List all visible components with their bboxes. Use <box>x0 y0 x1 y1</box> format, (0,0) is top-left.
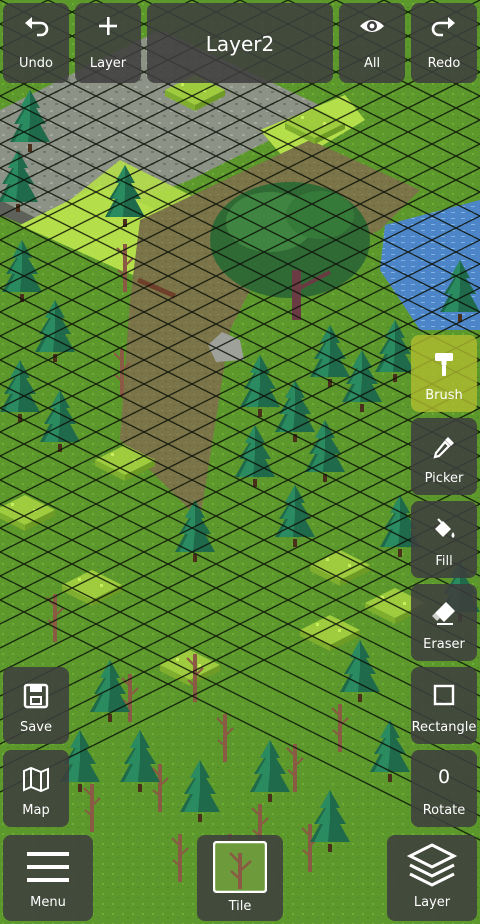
picker-label: Picker <box>424 471 464 486</box>
redo-icon <box>411 11 477 41</box>
map-label: Map <box>22 803 50 818</box>
brush-label: Brush <box>425 388 463 403</box>
eraser-label: Eraser <box>423 637 465 652</box>
menu-button[interactable]: Menu <box>3 835 93 921</box>
map-button[interactable]: Map <box>3 750 69 827</box>
rectangle-tool-button[interactable]: Rectangle <box>411 667 477 744</box>
editor-screen: Undo Layer Layer2 All Redo Brush Picker <box>0 0 480 924</box>
eye-icon <box>339 11 405 41</box>
tile-picker-button[interactable]: Tile <box>197 835 283 921</box>
fill-label: Fill <box>435 554 453 569</box>
layer-panel-button[interactable]: Layer <box>387 835 477 921</box>
eraser-icon <box>411 598 477 628</box>
floppy-disk-icon <box>3 681 69 711</box>
rotate-button[interactable]: 0 Rotate <box>411 750 477 827</box>
undo-button[interactable]: Undo <box>3 3 69 83</box>
visibility-toggle-button[interactable]: All <box>339 3 405 83</box>
current-layer-selector[interactable]: Layer2 <box>147 3 333 83</box>
stacked-layers-icon <box>387 843 477 891</box>
save-label: Save <box>20 720 52 735</box>
undo-label: Undo <box>19 56 53 71</box>
eraser-tool-button[interactable]: Eraser <box>411 584 477 661</box>
tile-preview-icon <box>197 841 283 893</box>
add-layer-label: Layer <box>89 56 127 71</box>
undo-icon <box>3 11 69 41</box>
tile-label: Tile <box>228 899 252 914</box>
paint-bucket-icon <box>411 515 477 545</box>
picker-tool-button[interactable]: Picker <box>411 418 477 495</box>
plus-icon <box>75 11 141 41</box>
isometric-map-canvas[interactable] <box>0 0 480 924</box>
redo-button[interactable]: Redo <box>411 3 477 83</box>
add-layer-button[interactable]: Layer <box>75 3 141 83</box>
eyedropper-icon <box>411 432 477 462</box>
visibility-label: All <box>363 56 381 71</box>
redo-label: Redo <box>427 56 461 71</box>
paint-roller-icon <box>411 349 477 379</box>
save-button[interactable]: Save <box>3 667 69 744</box>
rotate-value: 0 <box>437 766 451 788</box>
menu-label: Menu <box>30 895 66 910</box>
fill-tool-button[interactable]: Fill <box>411 501 477 578</box>
folded-map-icon <box>3 764 69 794</box>
rotate-label: Rotate <box>422 803 466 818</box>
brush-tool-button[interactable]: Brush <box>411 335 477 412</box>
hamburger-icon <box>3 849 93 885</box>
square-outline-icon <box>411 681 477 711</box>
layer-label: Layer <box>413 895 451 910</box>
rectangle-label: Rectangle <box>411 720 477 735</box>
layer-name: Layer2 <box>205 32 275 56</box>
